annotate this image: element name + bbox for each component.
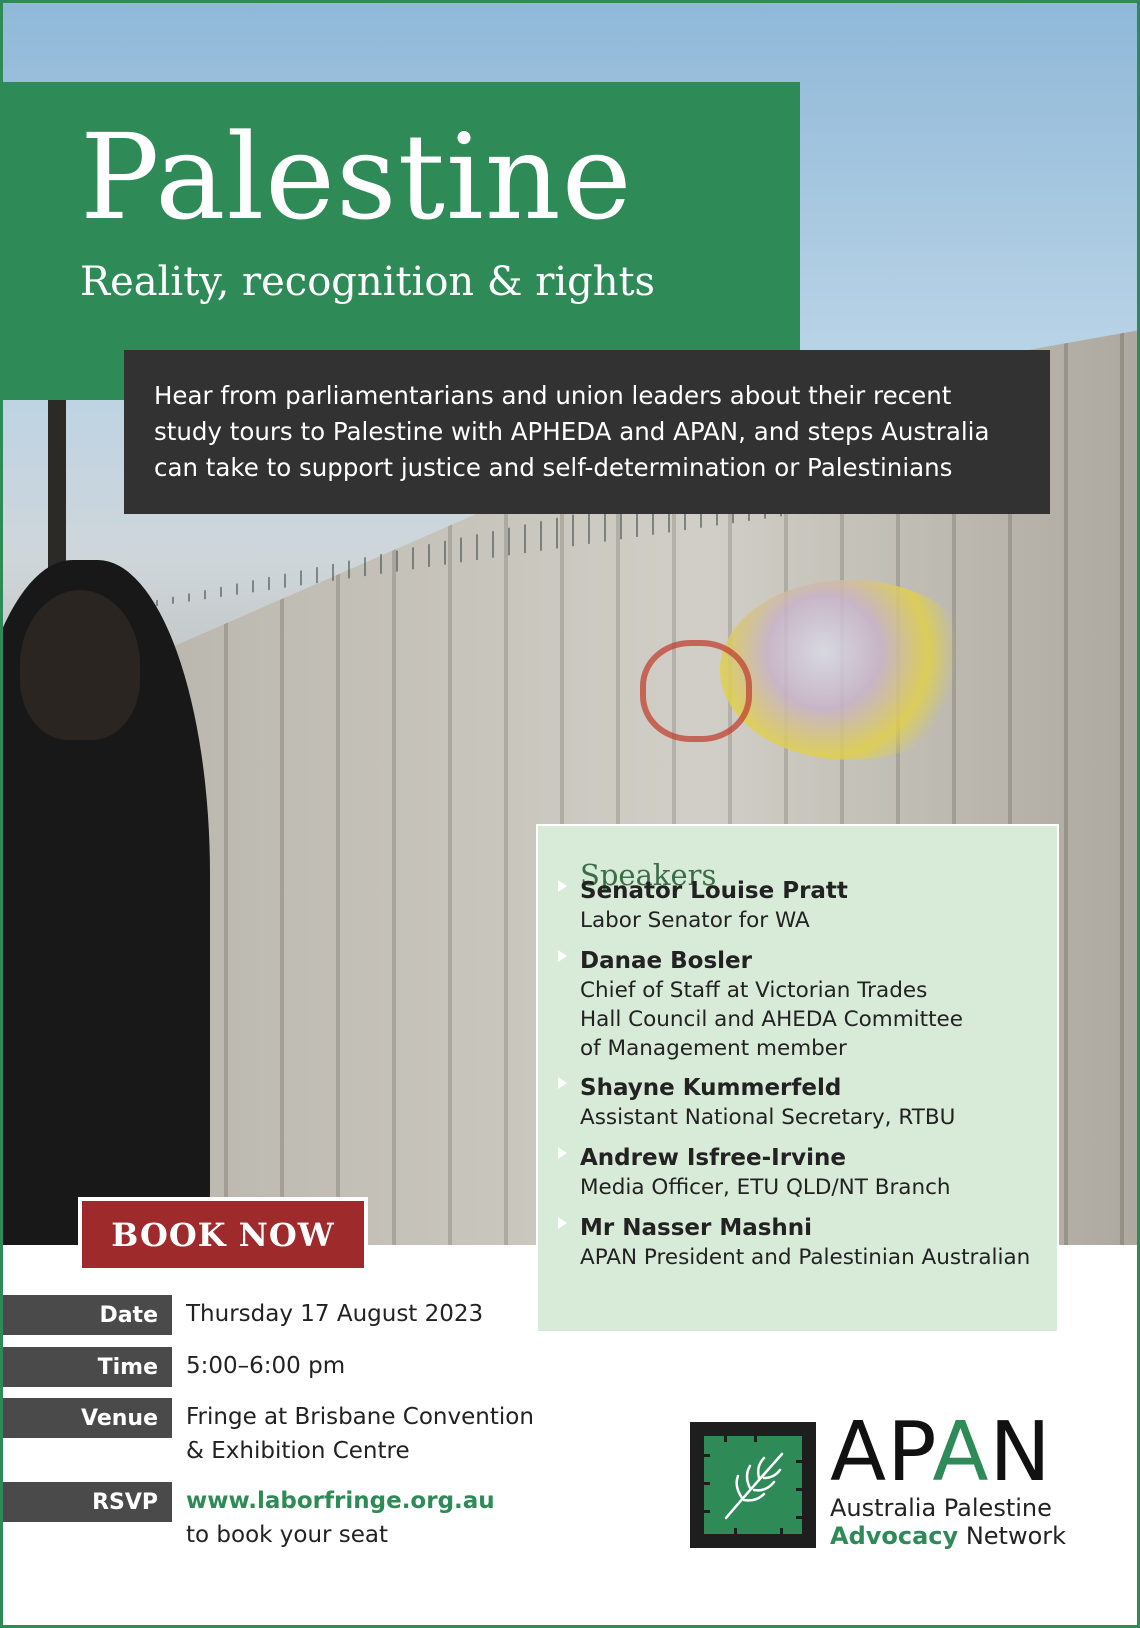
speaker-role: Chief of Staff at Victorian Trades <box>580 978 928 1003</box>
venue-line: & Exhibition Centre <box>186 1438 410 1464</box>
rsvp-link[interactable]: www.laborfringe.org.au <box>186 1488 495 1514</box>
book-now-button[interactable]: BOOK NOW <box>78 1197 368 1272</box>
photo-graffiti-red <box>640 640 752 742</box>
intro-line: can take to support justice and self-det… <box>154 453 953 482</box>
speaker-name: Mr Nasser Mashni <box>580 1215 813 1241</box>
rsvp-label: RSVP <box>0 1482 172 1522</box>
speaker-role: Assistant National Secretary, RTBU <box>580 1105 956 1130</box>
date-value: Thursday 17 August 2023 <box>186 1301 484 1327</box>
speaker-role: Labor Senator for WA <box>580 908 810 933</box>
page-title: Palestine <box>80 108 633 246</box>
photo-person-head <box>20 590 140 740</box>
speaker-role: Media Officer, ETU QLD/NT Branch <box>580 1175 951 1200</box>
logo-tagline-accent: Advocacy <box>830 1522 959 1550</box>
olive-branch-icon <box>704 1436 802 1534</box>
speaker-item: Senator Louise Pratt Labor Senator for W… <box>558 876 1048 935</box>
event-poster: Palestine Reality, recognition & rights … <box>0 0 1140 1628</box>
speaker-name: Senator Louise Pratt <box>580 878 848 904</box>
triangle-bullet-icon <box>558 1077 567 1089</box>
triangle-bullet-icon <box>558 1147 567 1159</box>
speaker-item: Mr Nasser Mashni APAN President and Pale… <box>558 1213 1048 1272</box>
logo-wordmark-accent: A <box>932 1405 990 1500</box>
time-value: 5:00–6:00 pm <box>186 1353 346 1379</box>
logo-mark <box>690 1422 816 1548</box>
logo-tagline-1: Australia Palestine <box>830 1494 1052 1522</box>
speaker-item: Shayne Kummerfeld Assistant National Sec… <box>558 1073 1048 1132</box>
speaker-role: APAN President and Palestinian Australia… <box>580 1245 1031 1270</box>
speaker-role: of Management member <box>580 1036 847 1061</box>
rsvp-note: to book your seat <box>186 1522 389 1548</box>
book-now-label: BOOK NOW <box>111 1215 335 1254</box>
speaker-name: Andrew Isfree-Irvine <box>580 1145 846 1171</box>
page-subtitle: Reality, recognition & rights <box>80 259 656 305</box>
venue-label: Venue <box>0 1398 172 1438</box>
speaker-role: Hall Council and AHEDA Committee <box>580 1007 963 1032</box>
intro-box: Hear from parliamentarians and union lea… <box>124 350 1050 514</box>
venue-value: Fringe at Brisbane Convention & Exhibiti… <box>186 1400 534 1468</box>
date-label: Date <box>0 1295 172 1335</box>
photo-graffiti <box>720 580 980 760</box>
rsvp-value: www.laborfringe.org.au to book your seat <box>186 1484 495 1552</box>
speakers-panel: Speakers Senator Louise Pratt Labor Sena… <box>536 824 1059 1333</box>
logo-tagline-2: Advocacy Network <box>830 1522 1066 1550</box>
venue-line: Fringe at Brisbane Convention <box>186 1404 534 1430</box>
apan-logo: APAN Australia Palestine Advocacy Networ… <box>690 1412 1070 1556</box>
logo-wordmark-suffix: N <box>989 1405 1052 1500</box>
logo-tagline-rest: Network <box>958 1522 1067 1550</box>
intro-line: study tours to Palestine with APHEDA and… <box>154 417 990 446</box>
logo-inner <box>704 1436 802 1534</box>
logo-wordmark-prefix: AP <box>830 1405 933 1500</box>
speaker-item: Danae Bosler Chief of Staff at Victorian… <box>558 946 1048 1063</box>
triangle-bullet-icon <box>558 880 567 892</box>
time-label: Time <box>0 1347 172 1387</box>
logo-wordmark: APAN <box>830 1412 1052 1494</box>
speaker-item: Andrew Isfree-Irvine Media Officer, ETU … <box>558 1143 1048 1202</box>
triangle-bullet-icon <box>558 950 567 962</box>
triangle-bullet-icon <box>558 1217 567 1229</box>
speaker-name: Danae Bosler <box>580 948 752 974</box>
intro-line: Hear from parliamentarians and union lea… <box>154 381 952 410</box>
speaker-name: Shayne Kummerfeld <box>580 1075 842 1101</box>
